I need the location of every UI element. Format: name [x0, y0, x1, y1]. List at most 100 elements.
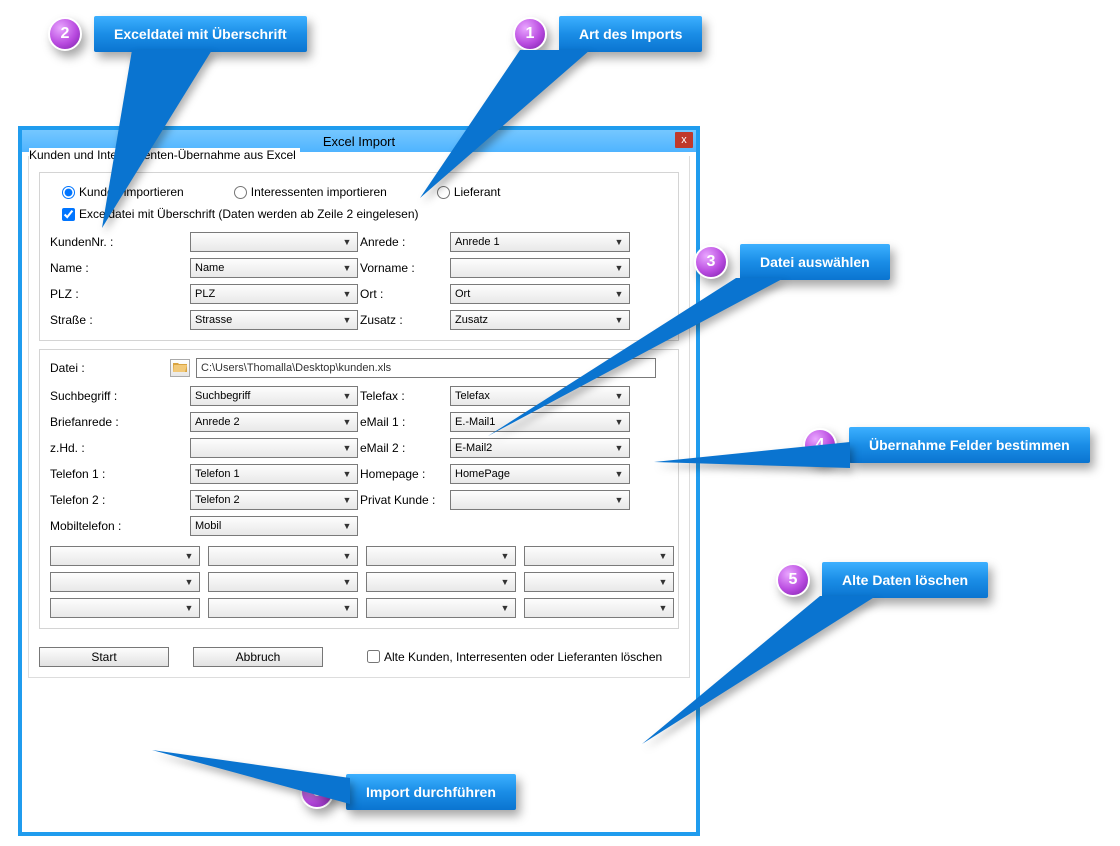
chevron-down-icon: ▼ — [498, 575, 512, 589]
combo-plz-value: PLZ — [195, 288, 215, 300]
checkbox-delete-old[interactable]: Alte Kunden, Interresenten oder Lieferan… — [367, 650, 662, 664]
callout-3-label: Datei auswählen — [740, 244, 890, 280]
label-zusatz: Zusatz : — [360, 313, 450, 327]
label-email2: eMail 2 : — [360, 441, 450, 455]
combo-name[interactable]: Name▼ — [190, 258, 358, 278]
checkbox-delete-old-input[interactable] — [367, 650, 380, 663]
chevron-down-icon: ▼ — [340, 493, 354, 507]
open-file-button[interactable] — [170, 359, 190, 377]
callout-1-label: Art des Imports — [559, 16, 702, 52]
callout-5-tail — [640, 596, 880, 746]
label-kundennr: KundenNr. : — [50, 235, 190, 249]
combo-privatkunde[interactable]: ▼ — [450, 490, 630, 510]
bottom-row: Start Abbruch Alte Kunden, Interresenten… — [39, 647, 679, 667]
label-ort: Ort : — [360, 287, 450, 301]
chevron-down-icon: ▼ — [340, 235, 354, 249]
combo-briefanrede-value: Anrede 2 — [195, 416, 240, 428]
chevron-down-icon: ▼ — [340, 287, 354, 301]
combo-extra-1[interactable]: ▼ — [50, 546, 200, 566]
callout-2-label: Exceldatei mit Überschrift — [94, 16, 307, 52]
label-telefon2: Telefon 2 : — [50, 493, 190, 507]
callout-5-number: 5 — [776, 563, 810, 597]
combo-briefanrede[interactable]: Anrede 2 ▼ — [190, 412, 358, 432]
combo-zhd[interactable]: ▼ — [190, 438, 358, 458]
checkbox-header-input[interactable] — [62, 208, 75, 221]
close-icon[interactable]: x — [675, 132, 693, 148]
combo-telefon1[interactable]: Telefon 1▼ — [190, 464, 358, 484]
chevron-down-icon: ▼ — [498, 549, 512, 563]
combo-extra-5[interactable]: ▼ — [50, 572, 200, 592]
radio-kunden-input[interactable] — [62, 186, 75, 199]
combo-mobil-value: Mobil — [195, 520, 221, 532]
callout-2-number: 2 — [48, 17, 82, 51]
callout-4-tail — [652, 438, 852, 478]
label-vorname: Vorname : — [360, 261, 450, 275]
combo-extra-2[interactable]: ▼ — [208, 546, 358, 566]
callout-2-tail — [92, 50, 252, 230]
combo-homepage-value: HomePage — [455, 468, 510, 480]
combo-extra-11[interactable]: ▼ — [366, 598, 516, 618]
combo-extra-6[interactable]: ▼ — [208, 572, 358, 592]
combo-telefon2-value: Telefon 2 — [195, 494, 240, 506]
file-path-value: C:\Users\Thomalla\Desktop\kunden.xls — [201, 362, 391, 374]
chevron-down-icon: ▼ — [182, 601, 196, 615]
label-telefax: Telefax : — [360, 389, 450, 403]
chevron-down-icon: ▼ — [612, 235, 626, 249]
start-button[interactable]: Start — [39, 647, 169, 667]
extra-combos: ▼ ▼ ▼ ▼ ▼ ▼ ▼ ▼ ▼ ▼ ▼ ▼ — [50, 546, 668, 618]
callout-3: 3 Datei auswählen — [694, 244, 890, 280]
label-strasse: Straße : — [50, 313, 190, 327]
combo-strasse[interactable]: Strasse▼ — [190, 310, 358, 330]
chevron-down-icon: ▼ — [182, 575, 196, 589]
chevron-down-icon: ▼ — [340, 441, 354, 455]
combo-suchbegriff-value: Suchbegriff — [195, 390, 250, 402]
combo-telefax-value: Telefax — [455, 390, 490, 402]
combo-plz[interactable]: PLZ ▼ — [190, 284, 358, 304]
combo-anrede-value: Anrede 1 — [455, 236, 500, 248]
combo-mobil[interactable]: Mobil ▼ — [190, 516, 358, 536]
combo-strasse-value: Strasse — [195, 314, 232, 326]
chevron-down-icon: ▼ — [340, 415, 354, 429]
callout-2: 2 Exceldatei mit Überschrift — [48, 16, 307, 52]
label-zhd: z.Hd. : — [50, 441, 190, 455]
combo-extra-7[interactable]: ▼ — [366, 572, 516, 592]
chevron-down-icon: ▼ — [612, 441, 626, 455]
chevron-down-icon: ▼ — [612, 493, 626, 507]
combo-extra-10[interactable]: ▼ — [208, 598, 358, 618]
combo-vorname[interactable]: ▼ — [450, 258, 630, 278]
chevron-down-icon: ▼ — [340, 601, 354, 615]
chevron-down-icon: ▼ — [656, 575, 670, 589]
combo-extra-4[interactable]: ▼ — [524, 546, 674, 566]
label-suchbegriff: Suchbegriff : — [50, 389, 190, 403]
combo-kundennr[interactable]: ▼ — [190, 232, 358, 252]
chevron-down-icon: ▼ — [656, 549, 670, 563]
callout-6-label: Import durchführen — [346, 774, 516, 810]
label-mobiltelefon: Mobiltelefon : — [50, 519, 190, 533]
cancel-button[interactable]: Abbruch — [193, 647, 323, 667]
radio-interessenten[interactable]: Interessenten importieren — [234, 185, 387, 199]
combo-suchbegriff[interactable]: Suchbegriff ▼ — [190, 386, 358, 406]
combo-zusatz-value: Zusatz — [455, 314, 488, 326]
combo-telefon2[interactable]: Telefon 2 ▼ — [190, 490, 358, 510]
label-email1: eMail 1 : — [360, 415, 450, 429]
label-briefanrede: Briefanrede : — [50, 415, 190, 429]
chevron-down-icon: ▼ — [340, 389, 354, 403]
checkbox-delete-old-label: Alte Kunden, Interresenten oder Lieferan… — [384, 650, 662, 664]
label-privatkunde: Privat Kunde : — [360, 493, 450, 507]
combo-homepage[interactable]: HomePage▼ — [450, 464, 630, 484]
combo-email2-value: E-Mail2 — [455, 442, 492, 454]
label-homepage: Homepage : — [360, 467, 450, 481]
callout-5: 5 Alte Daten löschen — [776, 562, 988, 598]
combo-extra-9[interactable]: ▼ — [50, 598, 200, 618]
combo-extra-3[interactable]: ▼ — [366, 546, 516, 566]
callout-3-tail — [486, 278, 786, 438]
combo-ort-value: Ort — [455, 288, 470, 300]
combo-anrede[interactable]: Anrede 1 ▼ — [450, 232, 630, 252]
callout-3-number: 3 — [694, 245, 728, 279]
combo-extra-8[interactable]: ▼ — [524, 572, 674, 592]
combo-email2[interactable]: E-Mail2 ▼ — [450, 438, 630, 458]
chevron-down-icon: ▼ — [340, 519, 354, 533]
chevron-down-icon: ▼ — [612, 261, 626, 275]
label-datei: Datei : — [50, 361, 170, 375]
chevron-down-icon: ▼ — [340, 261, 354, 275]
